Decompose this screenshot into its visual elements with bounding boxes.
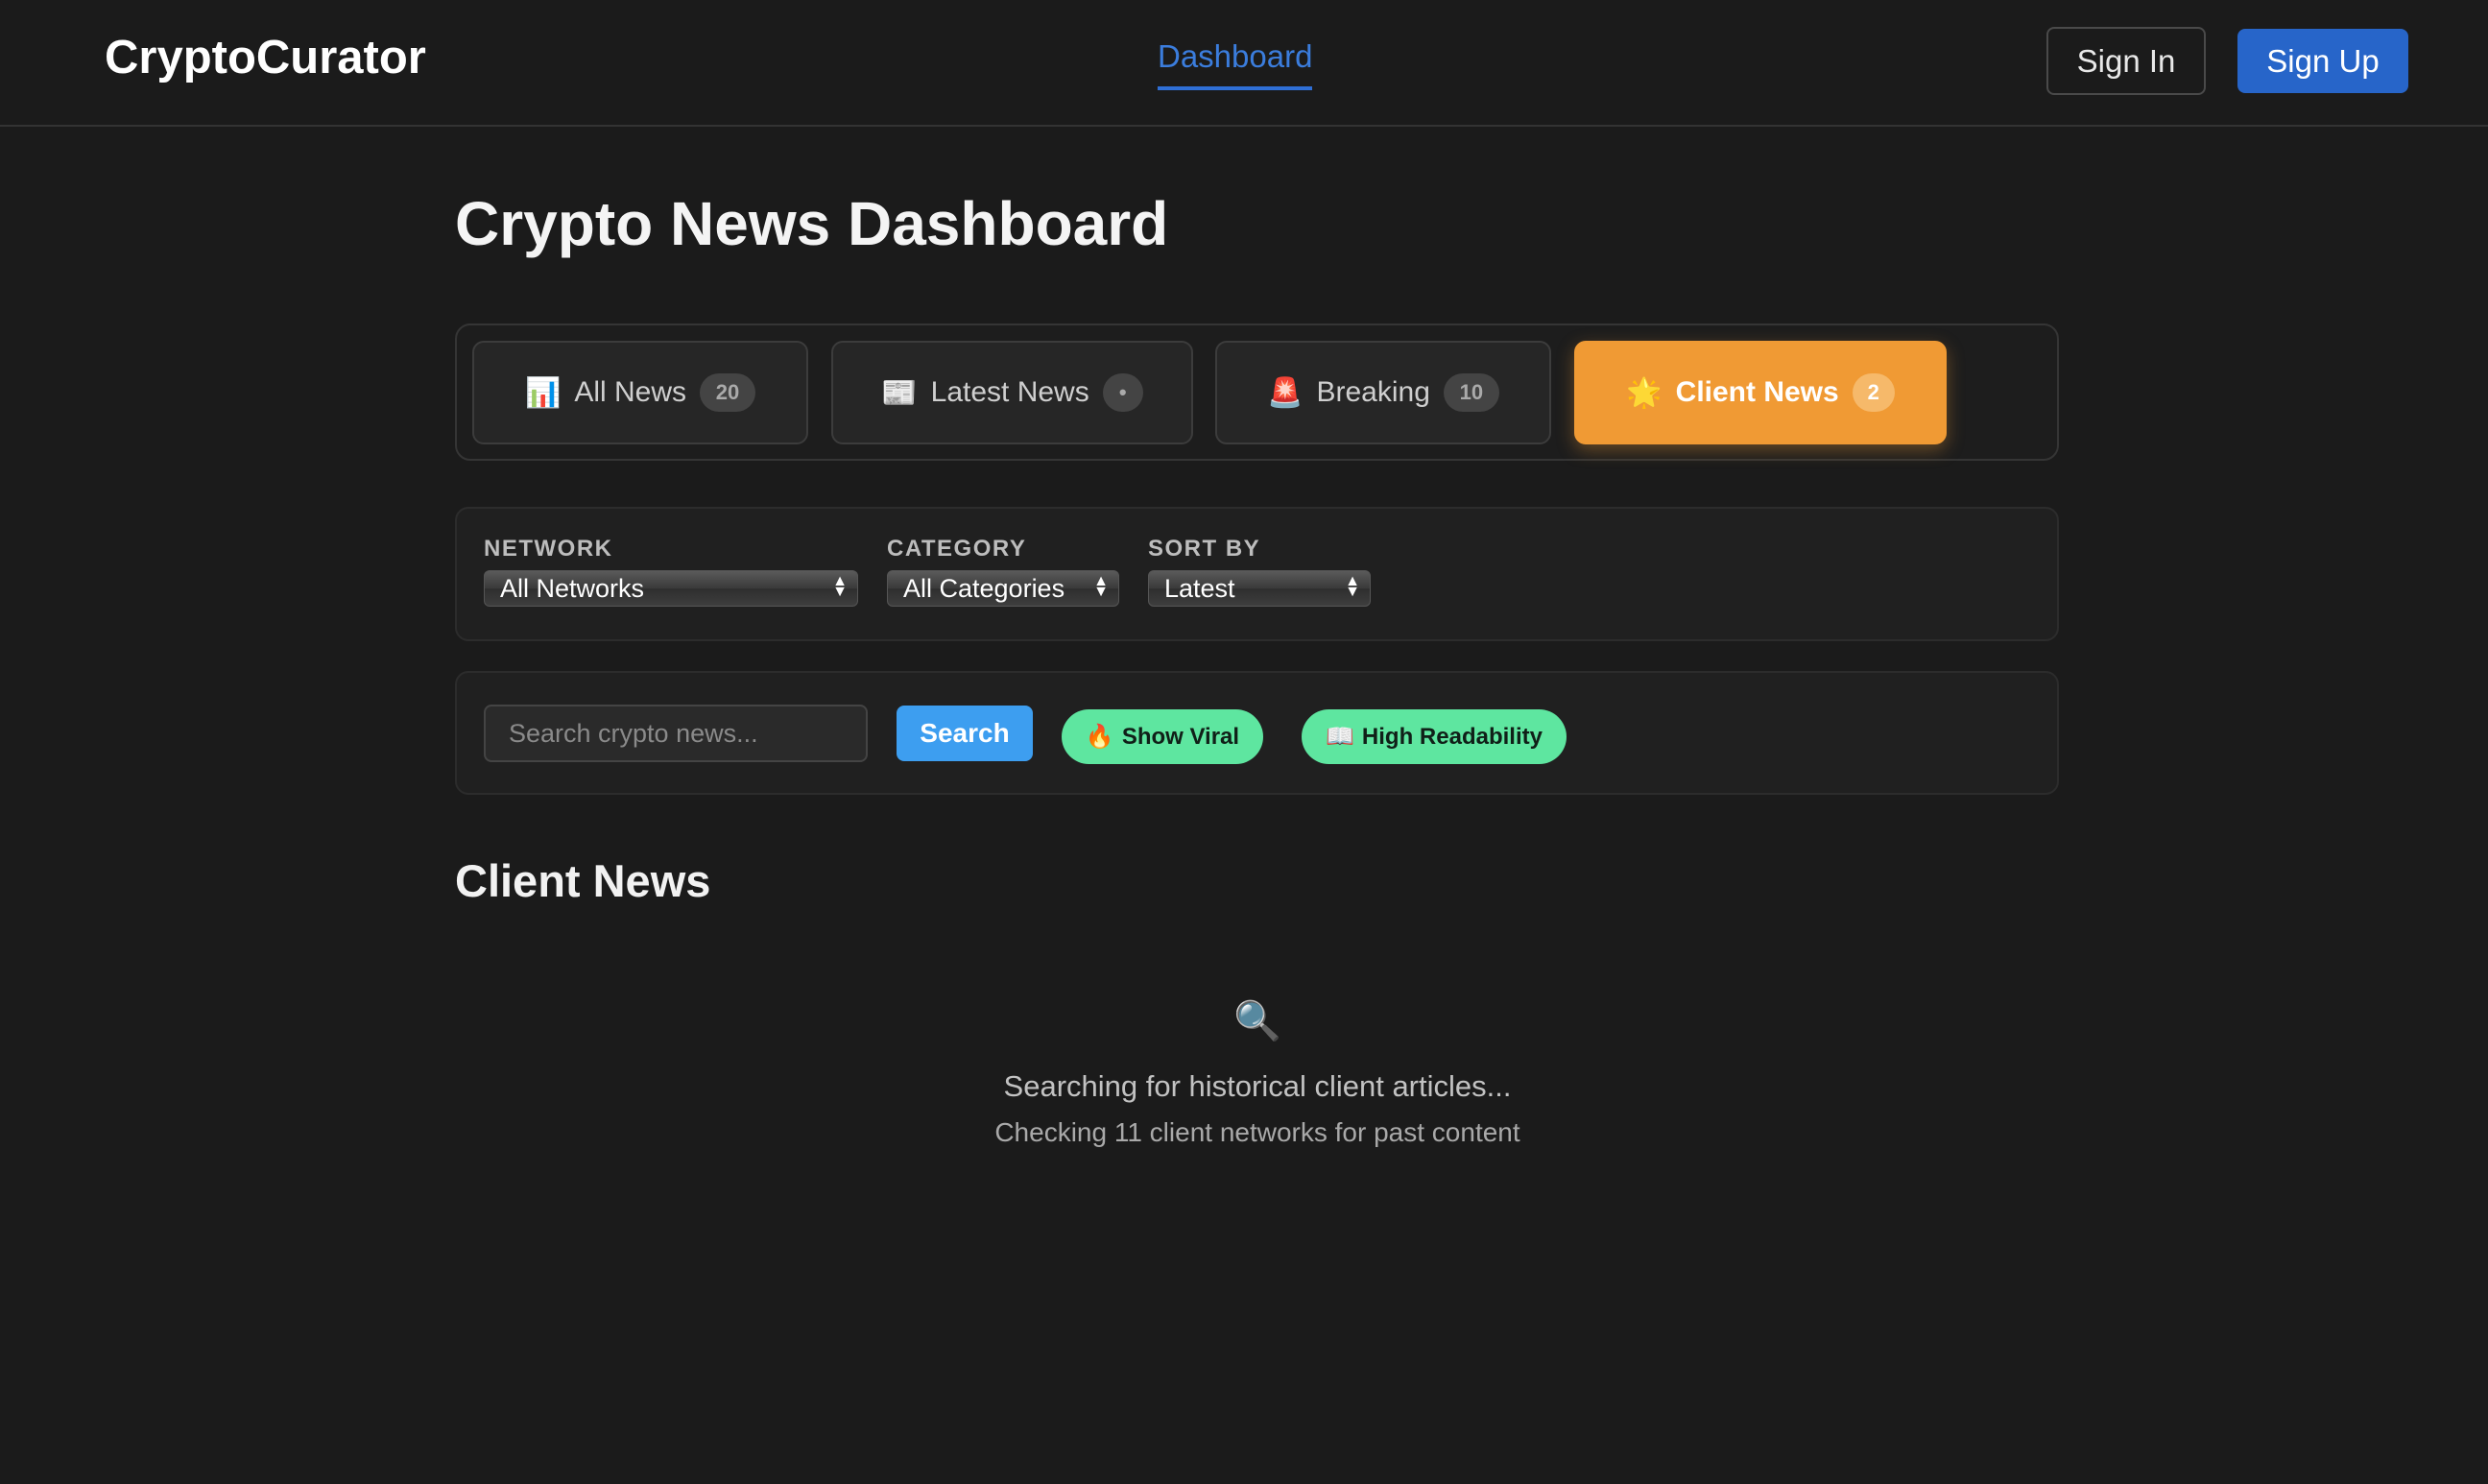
filter-panel: NETWORK All Networks ▲ ▼ CATEGORY All Cat…: [455, 507, 2059, 641]
sign-up-button[interactable]: Sign Up: [2237, 29, 2408, 93]
category-label: CATEGORY: [887, 536, 1027, 562]
network-filter: NETWORK All Networks ▲ ▼: [484, 536, 858, 607]
siren-icon: 🚨: [1267, 376, 1304, 409]
search-panel: Search 🔥 Show Viral 📖 High Readability: [455, 671, 2059, 795]
empty-state-title: Searching for historical client articles…: [1003, 1069, 1512, 1103]
select-arrows-icon: ▲ ▼: [1093, 573, 1109, 600]
newspaper-icon: 📰: [881, 376, 918, 409]
category-filter: CATEGORY All Categories ▲ ▼: [887, 536, 1119, 607]
brand-logo[interactable]: CryptoCurator: [105, 31, 426, 84]
tab-label: All News: [574, 376, 687, 408]
high-readability-label: High Readability: [1361, 723, 1543, 750]
search-input[interactable]: [484, 705, 868, 762]
bar-chart-icon: 📊: [524, 376, 562, 409]
tab-label: Latest News: [930, 376, 1089, 408]
high-readability-toggle[interactable]: 📖 High Readability: [1302, 709, 1567, 764]
sort-label: SORT BY: [1148, 536, 1261, 562]
network-label: NETWORK: [484, 536, 613, 562]
sort-filter: SORT BY Latest ▲ ▼: [1148, 536, 1371, 607]
magnifier-icon: 🔍: [1233, 1000, 1281, 1042]
empty-state: 🔍 Searching for historical client articl…: [864, 998, 1651, 1148]
category-select-value: All Categories: [903, 574, 1065, 603]
section-title: Client News: [455, 855, 711, 906]
show-viral-label: Show Viral: [1121, 723, 1240, 750]
tab-latest-news[interactable]: 📰 Latest News •: [831, 341, 1193, 444]
search-button[interactable]: Search: [897, 706, 1033, 761]
sort-select[interactable]: Latest ▲ ▼: [1148, 570, 1371, 607]
empty-state-subtitle: Checking 11 client networks for past con…: [994, 1117, 1520, 1147]
network-select[interactable]: All Networks ▲ ▼: [484, 570, 858, 607]
tab-label: Client News: [1675, 376, 1839, 408]
book-icon: 📖: [1326, 724, 1354, 750]
tab-client-news[interactable]: 🌟 Client News 2: [1574, 341, 1947, 444]
count-badge: •: [1102, 373, 1143, 412]
count-badge: 10: [1443, 373, 1499, 412]
count-badge: 2: [1852, 373, 1895, 412]
top-navbar: CryptoCurator Dashboard Sign In Sign Up: [0, 0, 2488, 127]
tab-all-news[interactable]: 📊 All News 20: [472, 341, 808, 444]
news-tabs: 📊 All News 20 📰 Latest News • 🚨 Breaking…: [455, 323, 2059, 461]
network-select-value: All Networks: [500, 574, 645, 603]
star-icon: 🌟: [1626, 376, 1663, 409]
tab-label: Breaking: [1316, 376, 1430, 408]
sort-select-value: Latest: [1164, 574, 1235, 603]
fire-icon: 🔥: [1085, 724, 1114, 750]
page-title: Crypto News Dashboard: [455, 189, 1169, 258]
count-badge: 20: [700, 373, 756, 412]
nav-dashboard-link[interactable]: Dashboard: [1158, 38, 1313, 90]
tab-breaking[interactable]: 🚨 Breaking 10: [1215, 341, 1551, 444]
category-select[interactable]: All Categories ▲ ▼: [887, 570, 1119, 607]
select-arrows-icon: ▲ ▼: [1345, 573, 1360, 600]
sign-in-button[interactable]: Sign In: [2046, 27, 2206, 95]
show-viral-toggle[interactable]: 🔥 Show Viral: [1062, 709, 1263, 764]
select-arrows-icon: ▲ ▼: [832, 573, 848, 600]
